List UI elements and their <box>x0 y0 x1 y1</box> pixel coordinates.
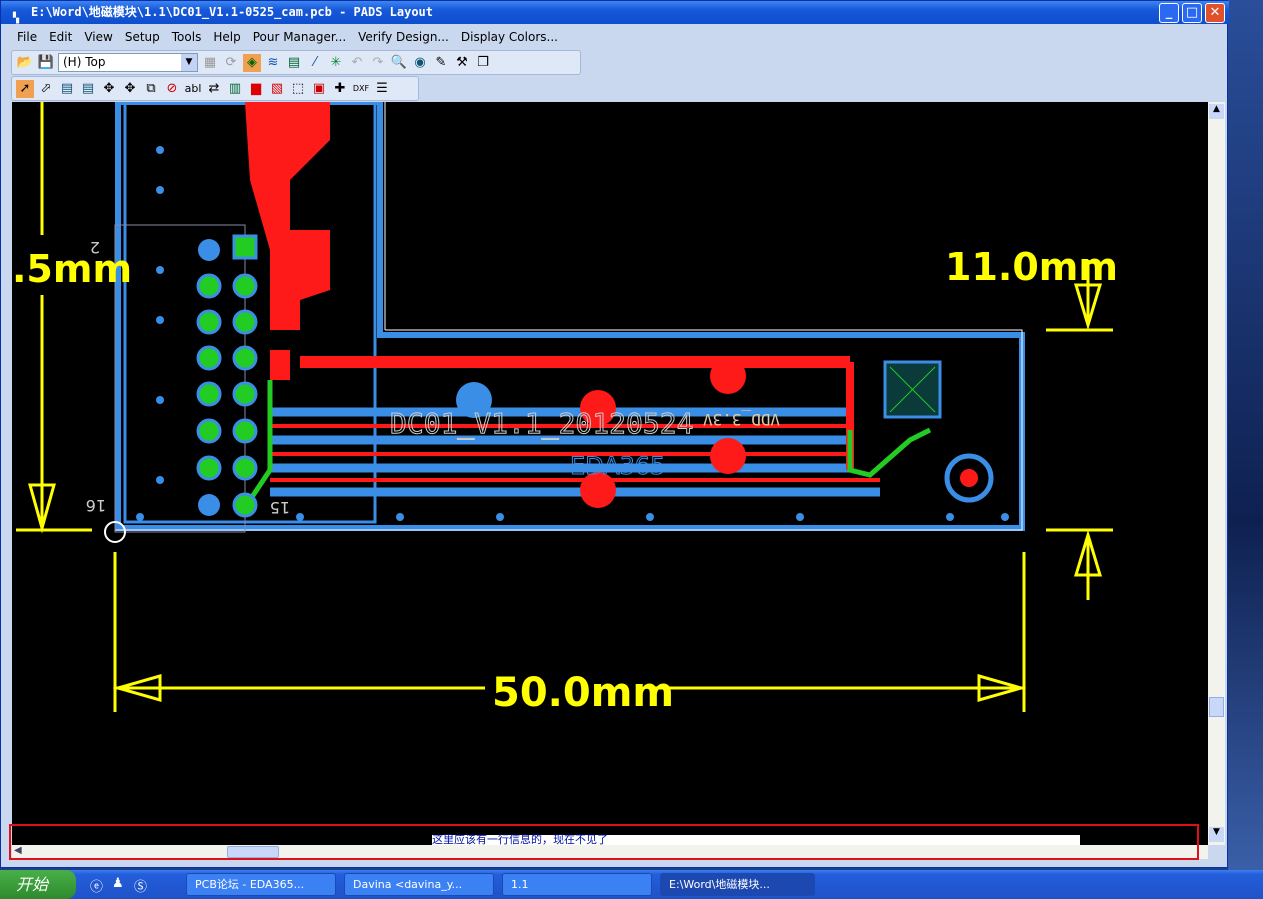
taskbar-item-pcb-forum[interactable]: PCB论坛 - EDA365... <box>186 873 336 896</box>
library-icon[interactable]: ▥ <box>226 80 244 98</box>
move-icon[interactable]: ✥ <box>100 80 118 98</box>
vertical-scrollbar[interactable]: ▲ ▼ <box>1208 102 1225 845</box>
taskbar-item-pads[interactable]: E:\Word\地磁模块... <box>660 873 815 896</box>
layer-icon[interactable]: ▦ <box>201 54 219 72</box>
dimension-label-left: .5mm <box>12 247 132 291</box>
taskbar-item-davina[interactable]: Davina <davina_y... <box>344 873 494 896</box>
menu-file[interactable]: File <box>17 30 37 44</box>
layer-pair-icon[interactable]: ▤ <box>58 80 76 98</box>
taskbar: 开始 ⓔ ♟ Ⓢ PCB论坛 - EDA365... Davina <davin… <box>0 870 1263 899</box>
rotate-icon[interactable]: ✥ <box>121 80 139 98</box>
design-toolbar: ➚ ⬀ ▤ ▤ ✥ ✥ ⧉ ⊘ abl ⇄ ▥ ▆ ▧ ⬚ ▣ ✚ DXF ☰ <box>11 76 419 101</box>
window-icon[interactable]: ❐ <box>474 54 492 72</box>
brush-icon[interactable]: ✎ <box>432 54 450 72</box>
desktop-background <box>1228 0 1263 870</box>
dxf-icon[interactable]: DXF <box>352 80 370 98</box>
open-icon[interactable]: 📂 <box>16 54 34 72</box>
pour-icon[interactable]: ≋ <box>264 54 282 72</box>
start-button[interactable]: 开始 <box>0 870 76 899</box>
window-title: E:\Word\地磁模块\1.1\DC01_V1.1-0525_cam.pcb … <box>31 5 434 19</box>
menu-setup[interactable]: Setup <box>125 30 160 44</box>
minimize-button[interactable]: _ <box>1159 3 1179 23</box>
copper-cutout-icon[interactable]: ▧ <box>268 80 286 98</box>
text-icon[interactable]: abl <box>184 80 202 98</box>
dimension-label-right: 11.0mm <box>945 245 1118 289</box>
pcb-drawing: DC01_V1.1_20120524 EDA365 VDD_3.3V 16 15… <box>12 99 1118 716</box>
vertical-scroll-thumb[interactable] <box>1209 697 1224 717</box>
menu-tools[interactable]: Tools <box>172 30 202 44</box>
flip-icon[interactable]: ⇄ <box>205 80 223 98</box>
no-route-icon[interactable]: ⊘ <box>163 80 181 98</box>
design-toolbar-icon[interactable]: ◈ <box>243 53 261 72</box>
layer-pair2-icon[interactable]: ▤ <box>79 80 97 98</box>
title-bar: ▚ E:\Word\地磁模块\1.1\DC01_V1.1-0525_cam.pcb… <box>1 1 1229 24</box>
qq-icon[interactable]: ♟ <box>112 876 124 891</box>
highlight-annotation <box>9 824 1199 860</box>
menu-verify-design[interactable]: Verify Design... <box>358 30 449 44</box>
browser-icon[interactable]: Ⓢ <box>134 876 147 895</box>
pin-label-16: 16 <box>86 496 106 515</box>
undo-icon[interactable]: ↶ <box>348 54 366 72</box>
menu-bar: File Edit View Setup Tools Help Pour Man… <box>11 26 564 48</box>
route-icon[interactable]: ⁄ <box>306 54 324 72</box>
copper-icon[interactable]: ▆ <box>247 80 265 98</box>
redraw-icon[interactable]: ⟳ <box>222 54 240 72</box>
drc-icon[interactable]: ✚ <box>331 80 349 98</box>
standard-toolbar: 📂 💾 (H) Top ▼ ▦ ⟳ ◈ ≋ ▤ ⁄ ✳ ↶ ↷ 🔍 ◉ ✎ ⚒ ❐ <box>11 50 581 75</box>
menu-display-colors[interactable]: Display Colors... <box>461 30 558 44</box>
hammer-icon[interactable]: ⚒ <box>453 54 471 72</box>
select-icon[interactable]: ➚ <box>16 79 34 98</box>
silk-net-label: VDD_3.3V <box>703 410 780 429</box>
ratsnest-icon[interactable]: ✳ <box>327 54 345 72</box>
pin-label-15: 15 <box>270 498 290 517</box>
board-icon[interactable]: ▤ <box>285 54 303 72</box>
close-button[interactable]: ✕ <box>1205 3 1225 23</box>
menu-edit[interactable]: Edit <box>49 30 72 44</box>
taskbar-item-folder[interactable]: 1.1 <box>502 873 652 896</box>
menu-help[interactable]: Help <box>213 30 240 44</box>
list-icon[interactable]: ☰ <box>373 80 391 98</box>
zoom-icon[interactable]: 🔍 <box>390 54 408 72</box>
menu-view[interactable]: View <box>84 30 112 44</box>
copy-icon[interactable]: ⧉ <box>142 80 160 98</box>
ie-icon[interactable]: ⓔ <box>90 876 103 895</box>
menu-pour-manager[interactable]: Pour Manager... <box>253 30 346 44</box>
select-mode-icon[interactable]: ⬀ <box>37 80 55 98</box>
save-icon[interactable]: 💾 <box>37 54 55 72</box>
query-icon[interactable]: ⬚ <box>289 80 307 98</box>
pcb-canvas[interactable]: DC01_V1.1_20120524 EDA365 VDD_3.3V 16 15… <box>12 99 1208 845</box>
silk-logo: EDA365 <box>570 452 665 480</box>
scroll-down-icon[interactable]: ▼ <box>1209 827 1224 842</box>
component-icon[interactable]: ▣ <box>310 80 328 98</box>
scroll-up-icon[interactable]: ▲ <box>1209 104 1224 119</box>
dimension-label-width: 50.0mm <box>492 670 674 716</box>
chevron-down-icon: ▼ <box>181 54 197 71</box>
redo-icon[interactable]: ↷ <box>369 54 387 72</box>
silk-board-name: DC01_V1.1_20120524 <box>390 407 693 441</box>
layer-select-value: (H) Top <box>63 55 106 69</box>
maximize-button[interactable]: □ <box>1182 3 1202 23</box>
view-icon[interactable]: ◉ <box>411 54 429 72</box>
layer-select[interactable]: (H) Top ▼ <box>58 53 198 72</box>
